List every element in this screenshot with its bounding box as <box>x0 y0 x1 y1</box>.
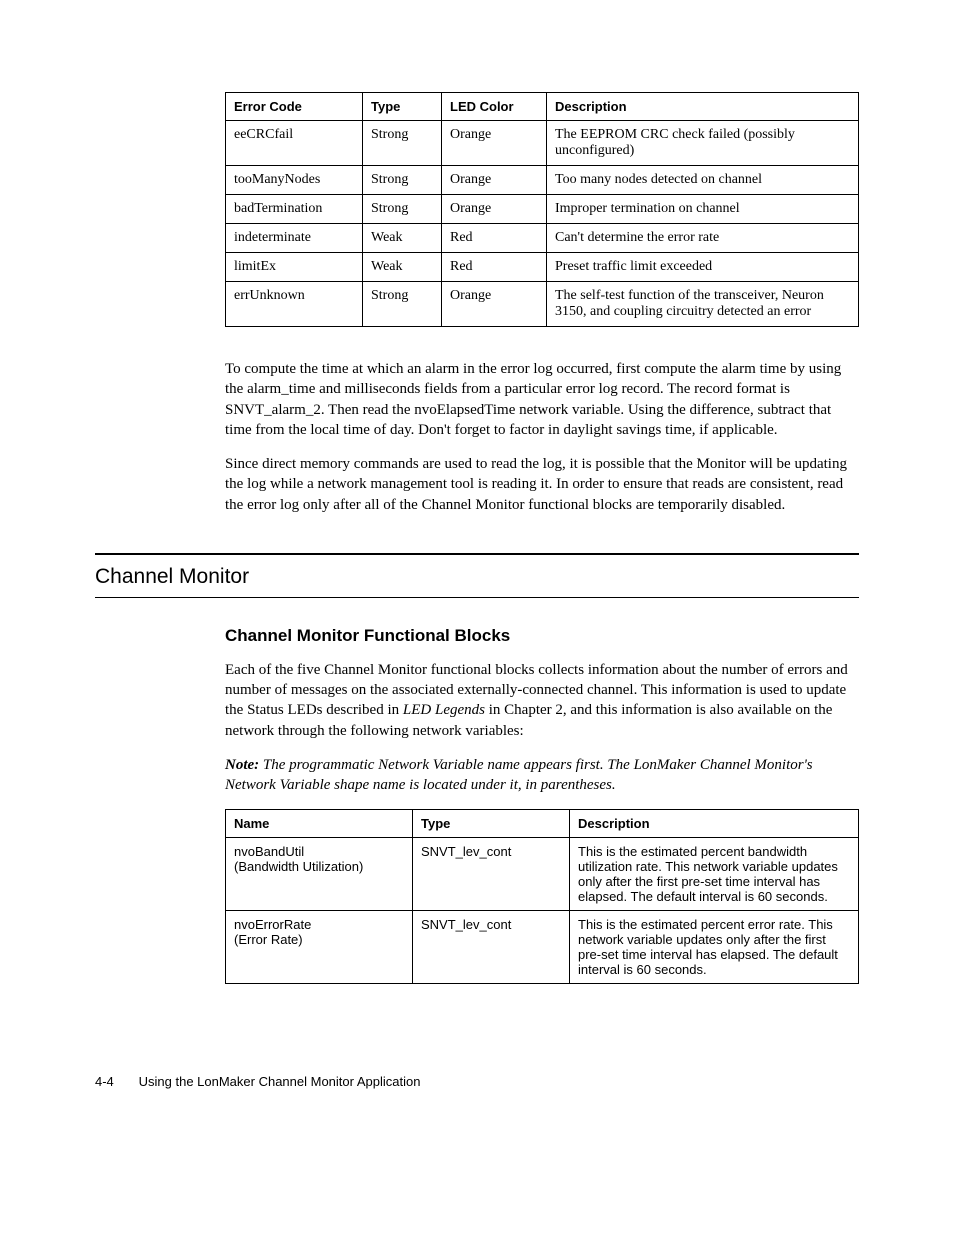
nv-name-primary: nvoErrorRate <box>234 917 311 932</box>
cell-error-code: badTermination <box>226 195 363 224</box>
cell-desc: Too many nodes detected on channel <box>547 166 859 195</box>
content-column: Error Code Type LED Color Description ee… <box>225 92 859 515</box>
cell-led: Red <box>442 224 547 253</box>
table-row: indeterminate Weak Red Can't determine t… <box>226 224 859 253</box>
paragraph-functional-blocks: Each of the five Channel Monitor functio… <box>225 660 859 741</box>
nv-name-secondary: (Bandwidth Utilization) <box>234 859 363 874</box>
note-paragraph: Note: The programmatic Network Variable … <box>225 755 859 796</box>
cell-type: Weak <box>363 253 442 282</box>
col-header-type: Type <box>363 93 442 121</box>
cell-led: Red <box>442 253 547 282</box>
cell-error-code: tooManyNodes <box>226 166 363 195</box>
nv-table-row: nvoErrorRate (Error Rate) SNVT_lev_cont … <box>226 911 859 984</box>
nv-cell-desc: This is the estimated percent error rate… <box>570 911 859 984</box>
nv-col-header-name: Name <box>226 810 413 838</box>
table-row: tooManyNodes Strong Orange Too many node… <box>226 166 859 195</box>
col-header-description: Description <box>547 93 859 121</box>
note-label: Note: <box>225 757 259 773</box>
cell-error-code: errUnknown <box>226 282 363 327</box>
para3-emphasis-led-legends: LED Legends <box>403 702 485 718</box>
nv-table-row: nvoBandUtil (Bandwidth Utilization) SNVT… <box>226 838 859 911</box>
col-header-led-color: LED Color <box>442 93 547 121</box>
nv-col-header-type: Type <box>413 810 570 838</box>
col-header-error-code: Error Code <box>226 93 363 121</box>
nv-cell-type: SNVT_lev_cont <box>413 911 570 984</box>
paragraph-alarm-time: To compute the time at which an alarm in… <box>225 359 859 440</box>
cell-led: Orange <box>442 121 547 166</box>
nv-cell-name: nvoErrorRate (Error Rate) <box>226 911 413 984</box>
subheading-functional-blocks: Channel Monitor Functional Blocks <box>225 626 859 646</box>
section-divider-bottom <box>95 597 859 598</box>
cell-desc: Can't determine the error rate <box>547 224 859 253</box>
content-column-2: Channel Monitor Functional Blocks Each o… <box>225 626 859 985</box>
paragraph-read-consistency: Since direct memory commands are used to… <box>225 454 859 515</box>
cell-error-code: limitEx <box>226 253 363 282</box>
section-title-channel-monitor: Channel Monitor <box>95 565 859 589</box>
table-row: limitEx Weak Red Preset traffic limit ex… <box>226 253 859 282</box>
table-row: eeCRCfail Strong Orange The EEPROM CRC c… <box>226 121 859 166</box>
cell-desc: The EEPROM CRC check failed (possibly un… <box>547 121 859 166</box>
error-code-table: Error Code Type LED Color Description ee… <box>225 92 859 327</box>
note-text: The programmatic Network Variable name a… <box>225 757 813 793</box>
table-row: badTermination Strong Orange Improper te… <box>226 195 859 224</box>
page-footer: 4-4 Using the LonMaker Channel Monitor A… <box>95 1074 859 1089</box>
nv-table-header-row: Name Type Description <box>226 810 859 838</box>
cell-led: Orange <box>442 282 547 327</box>
table-header-row: Error Code Type LED Color Description <box>226 93 859 121</box>
nv-cell-desc: This is the estimated percent bandwidth … <box>570 838 859 911</box>
network-variable-table: Name Type Description nvoBandUtil (Bandw… <box>225 809 859 984</box>
footer-title: Using the LonMaker Channel Monitor Appli… <box>139 1074 421 1089</box>
cell-error-code: indeterminate <box>226 224 363 253</box>
section-divider-top <box>95 553 859 555</box>
cell-type: Strong <box>363 121 442 166</box>
cell-type: Weak <box>363 224 442 253</box>
nv-col-header-description: Description <box>570 810 859 838</box>
page: Error Code Type LED Color Description ee… <box>0 0 954 1149</box>
cell-type: Strong <box>363 282 442 327</box>
cell-type: Strong <box>363 166 442 195</box>
nv-cell-name: nvoBandUtil (Bandwidth Utilization) <box>226 838 413 911</box>
nv-cell-type: SNVT_lev_cont <box>413 838 570 911</box>
nv-name-primary: nvoBandUtil <box>234 844 304 859</box>
cell-desc: Improper termination on channel <box>547 195 859 224</box>
nv-name-secondary: (Error Rate) <box>234 932 303 947</box>
footer-page-number: 4-4 <box>95 1074 135 1089</box>
cell-type: Strong <box>363 195 442 224</box>
cell-led: Orange <box>442 195 547 224</box>
cell-desc: The self-test function of the transceive… <box>547 282 859 327</box>
cell-led: Orange <box>442 166 547 195</box>
cell-desc: Preset traffic limit exceeded <box>547 253 859 282</box>
cell-error-code: eeCRCfail <box>226 121 363 166</box>
table-row: errUnknown Strong Orange The self-test f… <box>226 282 859 327</box>
